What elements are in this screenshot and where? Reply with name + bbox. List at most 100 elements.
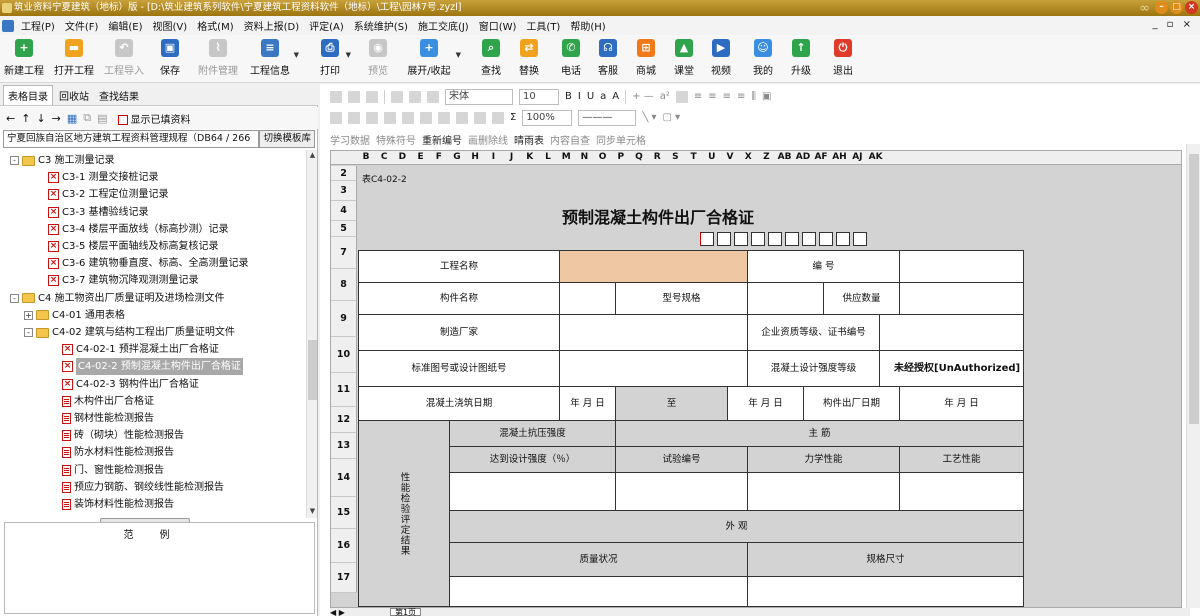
column-label[interactable]: K	[523, 152, 537, 162]
show-filled-toggle[interactable]: 显示已填资料	[117, 111, 191, 126]
tree-item[interactable]: 防水材料性能检测报告	[62, 444, 174, 461]
strike-icon[interactable]: a	[600, 91, 606, 102]
column-label[interactable]: H	[468, 152, 482, 162]
collapse-icon[interactable]: -	[10, 293, 19, 303]
row-label[interactable]: 10	[331, 337, 357, 373]
column-label[interactable]: G	[450, 152, 464, 162]
menu-format[interactable]: 格式(M)	[192, 18, 238, 33]
scroll-thumb[interactable]	[308, 340, 317, 400]
code-field[interactable]	[899, 250, 1024, 283]
menu-file[interactable]: 文件(F)	[60, 18, 104, 33]
delete-col-icon[interactable]	[384, 111, 396, 124]
italic-icon[interactable]: I	[578, 91, 581, 102]
supply-qty-field[interactable]	[899, 282, 1024, 315]
column-label[interactable]: D	[395, 152, 409, 162]
row-label[interactable]: 2	[331, 166, 357, 181]
lock-icon[interactable]	[438, 111, 450, 124]
column-label[interactable]: M	[559, 152, 573, 162]
column-label[interactable]: C	[377, 152, 391, 162]
tree-item[interactable]: 砖（砌块）性能检测报告	[62, 427, 184, 444]
pour-date-start[interactable]: 年 月 日	[559, 386, 616, 421]
tree-item[interactable]: × C3-2 工程定位测量记录	[48, 186, 169, 203]
pour-date-end[interactable]: 年 月 日	[727, 386, 804, 421]
upgrade-button[interactable]: ↑ 升级	[790, 39, 812, 77]
mine-button[interactable]: ☺ 我的	[752, 39, 774, 77]
bold-icon[interactable]: B	[565, 91, 572, 102]
size-select[interactable]: 10	[519, 88, 559, 105]
copy-icon[interactable]	[366, 90, 378, 103]
align-left-icon[interactable]: ≡	[694, 91, 702, 102]
scroll-thumb[interactable]	[1189, 154, 1199, 424]
classroom-button[interactable]: ▲ 课堂	[673, 39, 695, 77]
border-icon[interactable]	[474, 111, 486, 124]
row-label[interactable]: 15	[331, 497, 357, 529]
tree-item[interactable]: × C3-3 基槽验线记录	[48, 204, 149, 221]
arrow-right-icon[interactable]: →	[52, 112, 61, 125]
column-label[interactable]: AD	[796, 152, 810, 162]
column-label[interactable]: I	[486, 152, 500, 162]
tree-item[interactable]: × C4-02-2 预制混凝土构件出厂合格证	[62, 358, 243, 376]
distribute-icon[interactable]: ⫼	[751, 91, 756, 102]
row-label[interactable]: 9	[331, 301, 357, 337]
line-spacing-icon[interactable]	[456, 111, 468, 124]
tree-item[interactable]: × C3-6 建筑物垂直度、标高、全高测量记录	[48, 255, 249, 272]
undo-icon[interactable]	[391, 90, 403, 103]
row-label[interactable]: 17	[331, 563, 357, 593]
service-button[interactable]: ☊ 客服	[597, 39, 619, 77]
close-button[interactable]: ×	[1185, 1, 1198, 14]
tree-item[interactable]: 装饰材料性能检测报告	[62, 496, 174, 513]
menu-tools[interactable]: 工具(T)	[521, 18, 565, 33]
tree-item[interactable]: × C3-1 测量交接桩记录	[48, 169, 159, 186]
sum-icon[interactable]: Σ	[510, 112, 516, 123]
self-check-button[interactable]: 内容自查	[550, 132, 590, 147]
tree-item[interactable]: - C4-02 建筑与结构工程出厂质量证明文件	[24, 324, 235, 341]
print-button[interactable]: ⎙ 打印 ▼	[318, 39, 351, 77]
strikeline-button[interactable]: 画删除线	[468, 132, 508, 147]
calc-icon[interactable]	[492, 111, 504, 124]
menu-briefing[interactable]: 施工交底(J)	[413, 18, 474, 33]
preview-button[interactable]: ◉ 预览	[366, 39, 390, 77]
tree-scrollbar[interactable]: ▲ ▼	[306, 150, 317, 518]
expand-icon[interactable]: +	[24, 310, 33, 320]
column-label[interactable]: F	[432, 152, 446, 162]
menu-project[interactable]: 工程(P)	[16, 18, 60, 33]
component-name-field[interactable]	[559, 282, 616, 315]
mdi-window-controls[interactable]: _ ▫ ×	[1152, 19, 1194, 30]
redo-icon[interactable]	[409, 90, 421, 103]
row-label[interactable]: 13	[331, 433, 357, 459]
row-label[interactable]: 3	[331, 181, 357, 201]
menu-evaluate[interactable]: 评定(A)	[304, 18, 349, 33]
zoom-select[interactable]: 100%	[522, 109, 573, 126]
arrow-down-icon[interactable]: ↓	[36, 112, 45, 125]
test-no-field[interactable]	[615, 472, 748, 511]
arrow-left-icon[interactable]: ←	[6, 112, 15, 125]
app-menu-icon[interactable]	[2, 19, 14, 32]
line-style-select[interactable]: ———	[578, 109, 637, 126]
manufacturer-field[interactable]	[559, 314, 748, 351]
column-label[interactable]: S	[668, 152, 682, 162]
minimize-button[interactable]: –	[1155, 1, 1168, 14]
column-label[interactable]: V	[723, 152, 737, 162]
column-label[interactable]: B	[359, 152, 373, 162]
project-name-field[interactable]	[559, 250, 748, 283]
quality-state-field[interactable]	[449, 576, 748, 607]
tree-item[interactable]: + C4-01 通用表格	[24, 307, 125, 324]
tree-item[interactable]: × C3-4 楼层平面放线（标高抄测）记录	[48, 221, 229, 238]
merge-icon[interactable]: ▣	[762, 91, 771, 102]
special-char-icon[interactable]	[675, 90, 688, 103]
insert-row-icon[interactable]	[330, 111, 342, 124]
column-label[interactable]: N	[577, 152, 591, 162]
paste-icon[interactable]: ▤	[97, 112, 107, 125]
menu-edit[interactable]: 编辑(E)	[103, 18, 147, 33]
tree-item[interactable]: × C3-5 楼层平面轴线及标高复核记录	[48, 238, 219, 255]
column-label[interactable]: Q	[632, 152, 646, 162]
video-button[interactable]: ▶ 视频	[710, 39, 732, 77]
copy-icon[interactable]: ⧉	[83, 111, 91, 125]
justify-icon[interactable]: ≡	[737, 91, 745, 102]
special-symbol-button[interactable]: 特殊符号	[376, 132, 416, 147]
collapse-icon[interactable]: -	[10, 156, 19, 165]
tree-item[interactable]: 钢材性能检测报告	[62, 410, 154, 427]
table-icon[interactable]	[402, 111, 414, 124]
expand-collapse-button[interactable]: + 展开/收起 ▼	[406, 39, 461, 77]
dropdown-arrow-icon[interactable]: ▼	[294, 51, 299, 59]
